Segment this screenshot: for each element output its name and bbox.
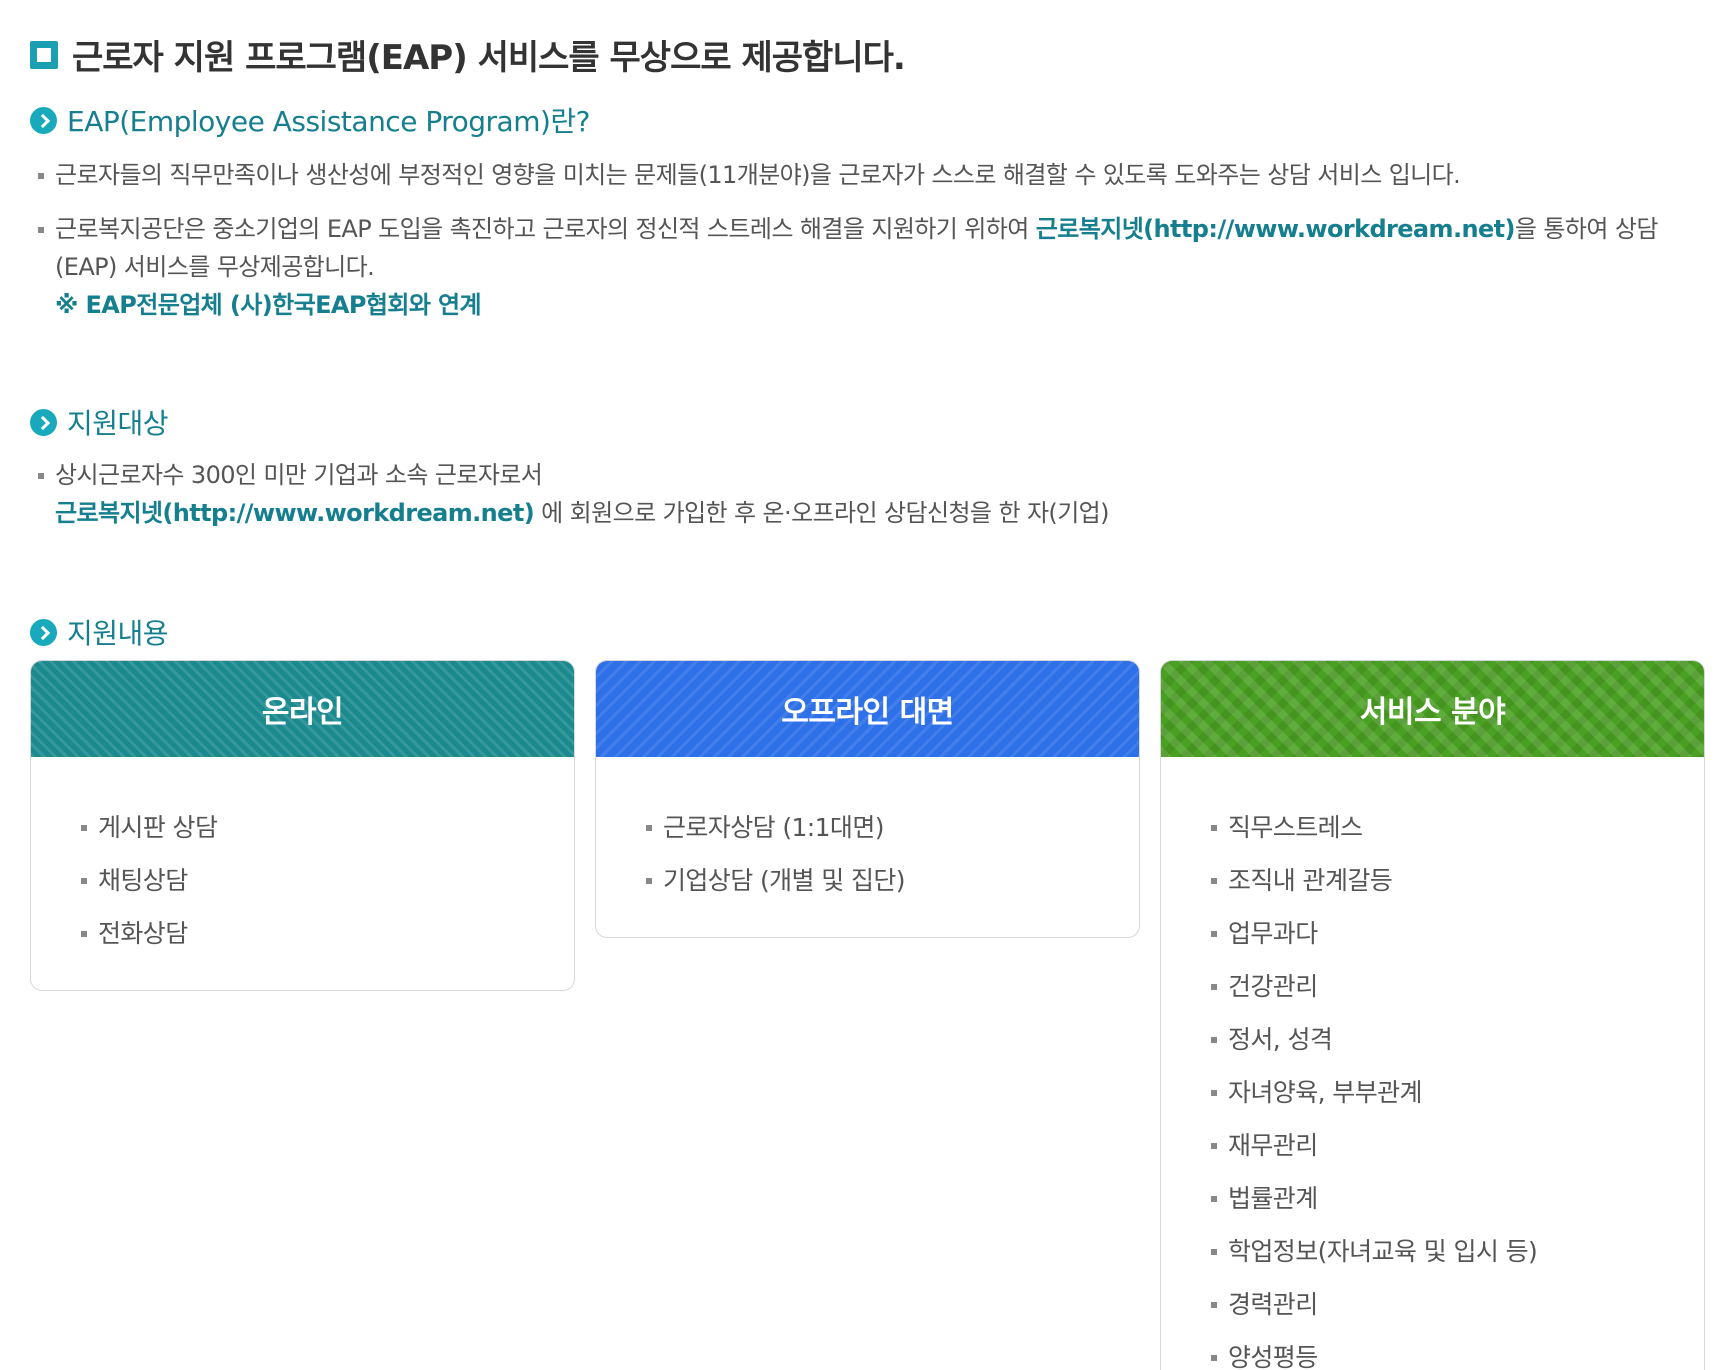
list-item: 정서, 성격 — [1211, 1013, 1704, 1066]
card-service: 서비스 분야 직무스트레스 조직내 관계갈등 업무과다 건강관리 정서, 성격 … — [1160, 660, 1705, 1370]
workdream-link[interactable]: 근로복지넷(http://www.workdream.net) — [55, 499, 535, 527]
list-item: 재무관리 — [1211, 1119, 1704, 1172]
card-header: 온라인 — [31, 661, 574, 757]
list-item: 경력관리 — [1211, 1278, 1704, 1331]
list-item: 업무과다 — [1211, 907, 1704, 960]
section-heading: EAP(Employee Assistance Program)란? — [67, 105, 591, 138]
card-list: 근로자상담 (1:1대면) 기업상담 (개별 및 집단) — [596, 757, 1139, 937]
list-item: 자녀양육, 부부관계 — [1211, 1066, 1704, 1119]
page-heading: 근로자 지원 프로그램(EAP) 서비스를 무상으로 제공합니다. — [72, 38, 906, 78]
eap-provision-text-end: 을 통하여 상담 — [1514, 215, 1659, 243]
eap-partner-note: ※ EAP전문업체 (사)한국EAP협회와 연계 — [55, 291, 482, 319]
eap-provision-line2: (EAP) 서비스를 무상제공합니다. — [55, 253, 375, 281]
list-item: 학업정보(자녀교육 및 입시 등) — [1211, 1225, 1704, 1278]
card-offline: 오프라인 대면 근로자상담 (1:1대면) 기업상담 (개별 및 집단) — [595, 660, 1140, 938]
card-online: 온라인 게시판 상담 채팅상담 전화상담 — [30, 660, 575, 991]
target-line2: 에 회원으로 가입한 후 온·오프라인 상담신청을 한 자(기업) — [534, 499, 1109, 527]
list-item: 근로자상담 (1:1대면) — [646, 801, 1139, 854]
section-heading: 지원내용 — [67, 617, 169, 650]
target-description: 상시근로자수 300인 미만 기업과 소속 근로자로서 근로복지넷(http:/… — [38, 456, 1538, 532]
target-line1: 상시근로자수 300인 미만 기업과 소속 근로자로서 — [55, 461, 543, 489]
list-item: 직무스트레스 — [1211, 801, 1704, 854]
section-content: 지원내용 — [30, 612, 169, 652]
list-item: 건강관리 — [1211, 960, 1704, 1013]
eap-description: 근로자들의 직무만족이나 생산성에 부정적인 영향을 미치는 문제들(11개분야… — [38, 156, 1538, 194]
eap-provision-text: 근로복지공단은 중소기업의 EAP 도입을 촉진하고 근로자의 정신적 스트레스… — [55, 215, 1036, 243]
chevron-right-circle-icon — [30, 408, 57, 436]
card-list: 직무스트레스 조직내 관계갈등 업무과다 건강관리 정서, 성격 자녀양육, 부… — [1161, 757, 1704, 1370]
list-item: 전화상담 — [81, 907, 574, 960]
section-eap: EAP(Employee Assistance Program)란? — [30, 100, 591, 140]
workdream-link[interactable]: 근로복지넷(http://www.workdream.net) — [1036, 215, 1516, 243]
page-title: 근로자 지원 프로그램(EAP) 서비스를 무상으로 제공합니다. — [30, 30, 906, 79]
list-item: 법률관계 — [1211, 1172, 1704, 1225]
chevron-right-circle-icon — [30, 106, 57, 134]
section-heading: 지원대상 — [67, 407, 169, 440]
list-item: 채팅상담 — [81, 854, 574, 907]
eap-provision: 근로복지공단은 중소기업의 EAP 도입을 촉진하고 근로자의 정신적 스트레스… — [38, 210, 1698, 324]
list-item: 조직내 관계갈등 — [1211, 854, 1704, 907]
list-item: 기업상담 (개별 및 집단) — [646, 854, 1139, 907]
chevron-right-circle-icon — [30, 618, 57, 646]
card-header: 오프라인 대면 — [596, 661, 1139, 757]
square-bullet-icon — [30, 40, 58, 69]
card-header: 서비스 분야 — [1161, 661, 1704, 757]
section-target: 지원대상 — [30, 402, 169, 442]
list-item: 게시판 상담 — [81, 801, 574, 854]
list-item: 양성평등 — [1211, 1331, 1704, 1370]
card-list: 게시판 상담 채팅상담 전화상담 — [31, 757, 574, 990]
